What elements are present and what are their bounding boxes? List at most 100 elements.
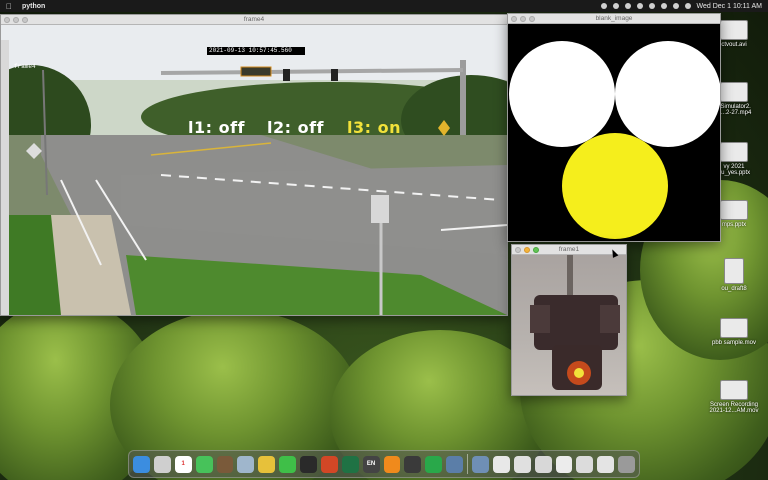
dock-thumb-3-icon[interactable] bbox=[534, 455, 552, 473]
dock-thumb-4-icon[interactable] bbox=[555, 455, 573, 473]
video-file-icon bbox=[720, 380, 748, 400]
frame4-video: 2021-09-13 10:57:45.560 frame4 l1: off l2… bbox=[1, 25, 507, 315]
zoom-button[interactable] bbox=[529, 16, 535, 22]
light-status-2: l2: off bbox=[267, 118, 324, 137]
dock-separator bbox=[467, 454, 468, 474]
street-sign bbox=[240, 66, 272, 77]
dock-input-method-icon[interactable]: EN bbox=[362, 455, 380, 473]
bluetooth-icon[interactable] bbox=[636, 3, 643, 9]
signal-circle-1 bbox=[509, 41, 615, 147]
dock-thumb-2-icon[interactable] bbox=[513, 455, 531, 473]
dock-office-icon[interactable] bbox=[320, 455, 338, 473]
intersection-scene bbox=[1, 25, 507, 315]
light-status-value: off bbox=[218, 118, 246, 137]
light-status-value: off bbox=[297, 118, 325, 137]
minimize-button[interactable] bbox=[13, 17, 19, 23]
close-button[interactable] bbox=[511, 16, 517, 22]
status-area: Wed Dec 1 10:11 AM bbox=[600, 3, 763, 10]
light-status-3: l3: on bbox=[347, 118, 401, 137]
desktop-file-icon[interactable]: Screen Recording 2021-12...AM.mov bbox=[709, 380, 759, 414]
dock-finder-icon[interactable] bbox=[133, 455, 150, 473]
dock-trash-icon[interactable] bbox=[618, 455, 635, 473]
close-button[interactable] bbox=[515, 247, 521, 253]
menu-bar:  python Wed Dec 1 10:11 AM bbox=[0, 0, 768, 12]
dock-thumb-1-icon[interactable] bbox=[492, 455, 510, 473]
video-file-icon bbox=[720, 82, 748, 102]
dock-calendar-icon[interactable]: 1 bbox=[174, 455, 192, 473]
frame-label: frame4 bbox=[14, 63, 36, 70]
battery-icon[interactable] bbox=[648, 3, 655, 9]
blank-image-window[interactable]: blank_image bbox=[507, 13, 721, 242]
desktop-file-icon[interactable]: pbb sample.mov bbox=[709, 318, 759, 346]
close-button[interactable] bbox=[4, 17, 10, 23]
signal-visor bbox=[530, 305, 550, 333]
frame4-title: frame4 bbox=[243, 16, 265, 23]
video-timestamp: 2021-09-13 10:57:45.560 bbox=[207, 47, 305, 55]
pole bbox=[567, 255, 573, 295]
control-center-icon[interactable] bbox=[684, 3, 691, 9]
dock-wechat-icon[interactable] bbox=[279, 455, 296, 473]
apple-menu-icon[interactable]:  bbox=[6, 2, 12, 11]
minimize-button[interactable] bbox=[520, 16, 526, 22]
frame1-title: frame1 bbox=[558, 246, 580, 253]
desktop-file-label: pbb sample.mov bbox=[711, 340, 757, 346]
light-status-value: on bbox=[377, 118, 401, 137]
dock-messages-icon[interactable] bbox=[195, 455, 213, 473]
dock-python-icon[interactable] bbox=[446, 455, 463, 473]
window-controls bbox=[515, 247, 539, 253]
menubar-clock[interactable]: Wed Dec 1 10:11 AM bbox=[697, 3, 763, 10]
desktop-file-icon[interactable]: ou_draft8 bbox=[709, 258, 759, 292]
window-controls bbox=[511, 16, 535, 22]
slides-file-icon bbox=[720, 200, 748, 220]
dock-activity-icon[interactable] bbox=[404, 455, 422, 473]
video-file-icon bbox=[720, 20, 748, 40]
signal-visor bbox=[600, 305, 620, 333]
minimize-button[interactable] bbox=[524, 247, 530, 253]
dock-chrome-icon[interactable] bbox=[258, 455, 276, 473]
traffic-light-closeup bbox=[530, 255, 620, 390]
dock-launchpad-icon[interactable] bbox=[153, 455, 171, 473]
signal-circle-2 bbox=[615, 41, 721, 147]
frame4-window[interactable]: frame4 2021-09-13 10:57:45.560 frame4 l1… bbox=[0, 14, 508, 316]
search-icon[interactable] bbox=[672, 3, 679, 9]
light-status-label: l2: bbox=[267, 118, 298, 137]
dock-terminal-icon[interactable] bbox=[300, 455, 317, 473]
record-icon[interactable] bbox=[600, 3, 607, 9]
dock-thumb-5-icon[interactable] bbox=[576, 455, 594, 473]
wifi-icon[interactable] bbox=[660, 3, 667, 9]
wechat-status-icon[interactable] bbox=[612, 3, 619, 9]
blank-image-titlebar[interactable]: blank_image bbox=[508, 14, 720, 24]
dock-excel-icon[interactable] bbox=[341, 455, 359, 473]
dropbox-icon[interactable] bbox=[624, 3, 631, 9]
dock: 1 EN bbox=[128, 450, 640, 478]
light-status-1: l1: off bbox=[188, 118, 245, 137]
dock-downloads-icon[interactable] bbox=[472, 455, 489, 473]
signal-state-canvas bbox=[508, 24, 721, 241]
blank-image-title: blank_image bbox=[595, 15, 633, 22]
frame1-window[interactable]: frame1 bbox=[511, 244, 627, 396]
window-controls bbox=[4, 17, 28, 23]
dock-vlc-icon[interactable] bbox=[383, 455, 401, 473]
traffic-light-head bbox=[283, 69, 290, 81]
light-status-label: l1: bbox=[188, 118, 219, 137]
zoom-button[interactable] bbox=[22, 17, 28, 23]
document-file-icon bbox=[724, 258, 744, 284]
video-file-icon bbox=[720, 318, 748, 338]
frame1-crop bbox=[512, 255, 626, 395]
lamp-core bbox=[574, 368, 584, 378]
signal-circle-3 bbox=[562, 133, 668, 239]
active-app-name[interactable]: python bbox=[22, 3, 45, 10]
desktop-file-label: Screen Recording 2021-12...AM.mov bbox=[709, 402, 759, 414]
sign-back bbox=[371, 195, 389, 223]
zoom-button[interactable] bbox=[533, 247, 539, 253]
dock-preview-icon[interactable] bbox=[237, 455, 255, 473]
dock-terminal-dev-icon[interactable] bbox=[216, 455, 234, 473]
light-status-label: l3: bbox=[347, 118, 378, 137]
dock-thumb-6-icon[interactable] bbox=[597, 455, 615, 473]
desktop-file-label: ou_draft8 bbox=[721, 286, 747, 292]
dock-facetime-icon[interactable] bbox=[425, 455, 443, 473]
slides-file-icon bbox=[720, 142, 748, 162]
frame-edge bbox=[1, 40, 9, 315]
signal-lights bbox=[509, 41, 721, 239]
frame4-titlebar[interactable]: frame4 bbox=[1, 15, 507, 25]
